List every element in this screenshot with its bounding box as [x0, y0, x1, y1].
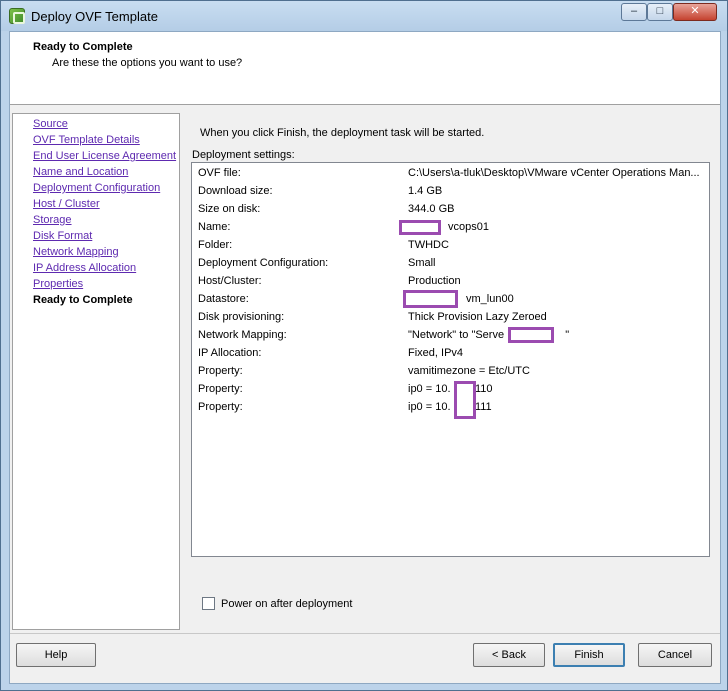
redaction-mark	[399, 220, 441, 235]
deployment-settings-label: Deployment settings:	[192, 149, 295, 161]
cancel-button[interactable]: Cancel	[638, 643, 712, 667]
dialog-body: Ready to Complete Are these the options …	[9, 31, 721, 684]
nav-item-network-mapping[interactable]: Network Mapping	[33, 245, 119, 259]
settings-key: Disk provisioning:	[198, 311, 285, 323]
settings-key: Datastore:	[198, 293, 249, 305]
settings-value: vm_lun00	[466, 293, 514, 305]
button-bar: Help < Back Finish Cancel	[10, 633, 720, 683]
redaction-mark	[454, 381, 476, 419]
help-button[interactable]: Help	[16, 643, 96, 667]
settings-value: ip0 = 10. 110	[408, 383, 493, 395]
vmware-ovf-icon	[9, 8, 25, 24]
settings-key: Property:	[198, 401, 243, 413]
settings-value: "Network" to "Serve "	[408, 329, 570, 341]
nav-item-host-cluster[interactable]: Host / Cluster	[33, 197, 100, 211]
intro-text: When you click Finish, the deployment ta…	[200, 127, 485, 139]
deployment-settings-list[interactable]: OVF file: C:\Users\a-tluk\Desktop\VMware…	[191, 162, 710, 557]
settings-key: Property:	[198, 383, 243, 395]
redaction-mark	[508, 327, 554, 343]
settings-key: Host/Cluster:	[198, 275, 262, 287]
nav-item-ip-address-allocation[interactable]: IP Address Allocation	[33, 261, 136, 275]
settings-value: 344.0 GB	[408, 203, 455, 215]
minimize-button[interactable]: –	[621, 3, 647, 21]
nav-item-ready-to-complete: Ready to Complete	[33, 294, 133, 306]
maximize-button[interactable]: □	[647, 3, 673, 21]
settings-key: Size on disk:	[198, 203, 261, 215]
power-on-label: Power on after deployment	[221, 598, 353, 610]
power-on-checkbox[interactable]	[202, 597, 215, 610]
settings-key: Network Mapping:	[198, 329, 287, 341]
settings-value: Thick Provision Lazy Zeroed	[408, 311, 547, 323]
wizard-steps-nav: Source OVF Template Details End User Lic…	[12, 113, 180, 630]
settings-value: Fixed, IPv4	[408, 347, 464, 359]
settings-key: IP Allocation:	[198, 347, 262, 359]
nav-item-storage[interactable]: Storage	[33, 213, 72, 227]
close-button[interactable]: ✕	[673, 3, 717, 21]
page-subtitle: Are these the options you want to use?	[52, 57, 243, 69]
wizard-header: Ready to Complete Are these the options …	[10, 32, 720, 105]
nav-item-name-and-location[interactable]: Name and Location	[33, 165, 128, 179]
settings-key: Download size:	[198, 185, 273, 197]
deploy-ovf-window: Deploy OVF Template – □ ✕ Ready to Compl…	[0, 0, 728, 691]
settings-value: C:\Users\a-tluk\Desktop\VMware vCenter O…	[408, 167, 700, 179]
settings-key: Property:	[198, 365, 243, 377]
redaction-mark	[403, 290, 458, 308]
settings-value: Production	[408, 275, 461, 287]
settings-key: Deployment Configuration:	[198, 257, 329, 269]
nav-item-properties[interactable]: Properties	[33, 277, 83, 291]
nav-item-deployment-configuration[interactable]: Deployment Configuration	[33, 181, 160, 195]
settings-value: ip0 = 10. 111	[408, 401, 492, 413]
window-title: Deploy OVF Template	[31, 9, 158, 24]
finish-button[interactable]: Finish	[553, 643, 625, 667]
title-bar[interactable]: Deploy OVF Template – □ ✕	[1, 1, 727, 31]
page-title: Ready to Complete	[33, 41, 133, 53]
settings-value: vamitimezone = Etc/UTC	[408, 365, 530, 377]
settings-key: Name:	[198, 221, 231, 233]
nav-item-disk-format[interactable]: Disk Format	[33, 229, 92, 243]
nav-item-ovf-template-details[interactable]: OVF Template Details	[33, 133, 140, 147]
nav-item-eula[interactable]: End User License Agreement	[33, 149, 176, 163]
content-panel: When you click Finish, the deployment ta…	[182, 113, 720, 630]
settings-key: Folder:	[198, 239, 233, 251]
settings-value: Small	[408, 257, 436, 269]
settings-value: 1.4 GB	[408, 185, 443, 197]
nav-item-source[interactable]: Source	[33, 117, 68, 131]
settings-key: OVF file:	[198, 167, 241, 179]
back-button[interactable]: < Back	[473, 643, 545, 667]
settings-value: vcops01	[448, 221, 489, 233]
settings-value: TWHDC	[408, 239, 449, 251]
